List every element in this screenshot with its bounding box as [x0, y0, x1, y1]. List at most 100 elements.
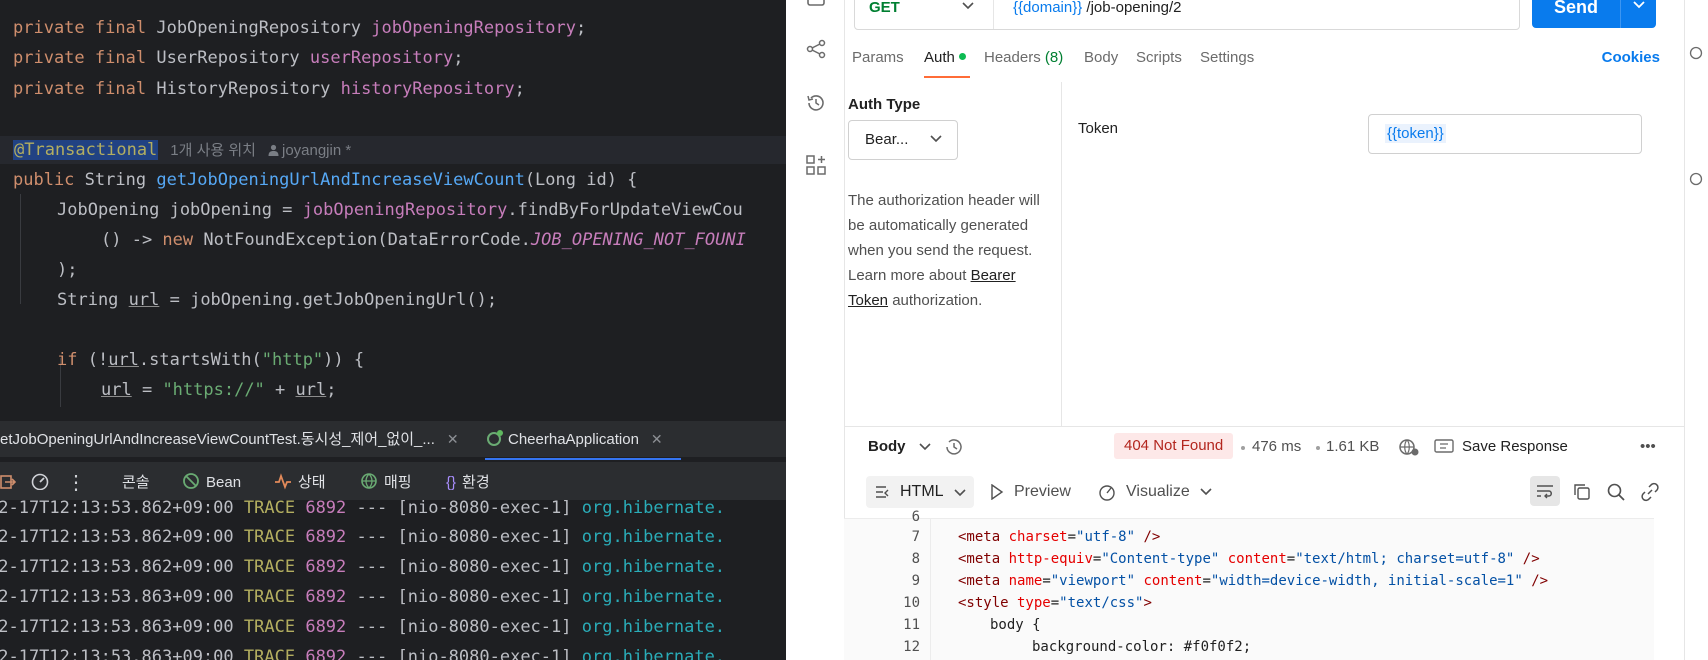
tab-headers[interactable]: Headers (8): [984, 49, 1063, 66]
info-icon[interactable]: [1689, 46, 1703, 60]
auth-type-select[interactable]: Bear...: [848, 120, 958, 160]
code-line-2: private final UserRepository userReposit…: [13, 48, 464, 68]
author-hint[interactable]: joyangjin *: [268, 142, 351, 159]
format-select[interactable]: HTML: [866, 476, 974, 508]
history-icon[interactable]: [944, 437, 964, 457]
response-format-bar: HTML Preview Visualize: [844, 472, 1684, 512]
run-tab-test[interactable]: etJobOpeningUrlAndIncreaseViewCountTest.…: [0, 421, 459, 457]
response-time[interactable]: 476 ms: [1252, 438, 1301, 455]
status-badge[interactable]: 404 Not Found: [1114, 433, 1234, 459]
code-line: <meta http-equiv="Content-type" content=…: [958, 551, 1540, 567]
save-response-button[interactable]: Save Response: [1434, 438, 1568, 455]
chevron-down-icon[interactable]: [1200, 487, 1212, 496]
collections-icon[interactable]: [805, 0, 827, 14]
log-line: 02-17T12:13:53.863+09:00 TRACE 6892 --- …: [0, 587, 726, 607]
play-icon: [991, 484, 1004, 500]
response-body-label[interactable]: Body: [868, 438, 906, 455]
gauge-icon[interactable]: [30, 462, 56, 504]
tab-params[interactable]: Params: [852, 49, 904, 66]
chevron-down-icon[interactable]: [1632, 0, 1646, 10]
postman-sidebar-rail: [786, 0, 845, 660]
code-line-3: private final HistoryRepository historyR…: [13, 79, 525, 99]
more-options-button[interactable]: •••: [1640, 438, 1656, 455]
code-line-6: JobOpening jobOpening = jobOpeningReposi…: [57, 200, 743, 220]
tab-body[interactable]: Body: [1084, 49, 1118, 66]
save-response-icon: [1434, 439, 1454, 453]
console-tab[interactable]: 콘솔: [122, 462, 150, 504]
annotation-transactional[interactable]: @Transactional: [13, 140, 159, 160]
chevron-down-icon: [954, 489, 966, 497]
preview-button[interactable]: Preview: [1014, 483, 1071, 501]
bean-tab[interactable]: Bean: [182, 462, 241, 504]
request-panel: GET {{domain}} /job-opening/2 Send Param…: [844, 0, 1684, 660]
more-vertical-icon[interactable]: ⋮: [66, 462, 86, 504]
network-globe-icon[interactable]: [1398, 437, 1420, 457]
usages-hint[interactable]: 1개 사용 위치: [170, 142, 256, 159]
code-line: body {: [990, 617, 1041, 633]
no-entry-icon: [183, 473, 199, 489]
separator-dot: [1241, 446, 1245, 450]
tab-auth[interactable]: Auth: [924, 49, 966, 66]
token-input[interactable]: {{token}}: [1368, 114, 1642, 154]
code-line: <style type="text/css">: [958, 595, 1152, 611]
code-line: background-color: #f0f0f2;: [1032, 639, 1252, 655]
code-line-8: );: [57, 260, 78, 280]
code-line: <meta charset="utf-8" />: [958, 529, 1161, 545]
code-line: <meta name="viewport" content="width=dev…: [958, 573, 1549, 589]
auth-type-label: Auth Type: [848, 96, 921, 113]
code-format-icon: [876, 486, 889, 498]
response-size[interactable]: 1.61 KB: [1326, 438, 1379, 455]
cookies-link[interactable]: Cookies: [1602, 49, 1660, 66]
flows-icon[interactable]: [805, 38, 827, 60]
method-select[interactable]: GET: [869, 0, 900, 16]
link-icon[interactable]: [1640, 482, 1660, 502]
visualize-icon: [1099, 485, 1115, 501]
mapping-tab[interactable]: 매핑: [360, 462, 412, 504]
run-toolbar: ⋮ 콘솔 Bean 상태 매핑 {} 환경: [0, 462, 786, 504]
tab-settings[interactable]: Settings: [1200, 49, 1254, 66]
separator-dot: [1316, 446, 1320, 450]
response-code-viewer[interactable]: 6 7 8 9 10 11 12 <meta charset="utf-8" /…: [844, 509, 1654, 660]
search-icon[interactable]: [1606, 482, 1626, 502]
code-line-11: url = "https://" + url;: [101, 380, 337, 400]
close-icon[interactable]: ✕: [651, 431, 663, 447]
chevron-down-icon[interactable]: [918, 442, 932, 452]
wrap-lines-icon: [1537, 485, 1553, 499]
code-line-1: private final JobOpeningRepository jobOp…: [13, 18, 587, 38]
log-line: 02-17T12:13:53.862+09:00 TRACE 6892 --- …: [0, 500, 726, 518]
code-line-10: if (!url.startsWith("http")) {: [57, 350, 365, 370]
active-tab-indicator: [924, 76, 970, 78]
tab-scripts[interactable]: Scripts: [1136, 49, 1182, 66]
add-workspace-icon[interactable]: [805, 154, 827, 176]
code-line-4: @Transactional 1개 사용 위치 joyangjin *: [13, 137, 351, 163]
divider: [1620, 0, 1621, 28]
sign-in-icon[interactable]: [0, 462, 22, 504]
log-line: 02-17T12:13:53.862+09:00 TRACE 6892 --- …: [0, 527, 726, 547]
wrap-lines-button[interactable]: [1530, 476, 1560, 506]
env-tab[interactable]: {} 환경: [446, 462, 490, 504]
copy-icon[interactable]: [1572, 482, 1592, 502]
comment-icon[interactable]: [1689, 172, 1703, 186]
log-line: 02-17T12:13:53.863+09:00 TRACE 6892 --- …: [0, 617, 726, 637]
chevron-down-icon: [930, 135, 942, 143]
close-icon[interactable]: ✕: [447, 431, 459, 447]
history-icon[interactable]: [805, 92, 827, 114]
log-line: 02-17T12:13:53.862+09:00 TRACE 6892 --- …: [0, 557, 726, 577]
spring-app-icon: [487, 430, 503, 446]
url-input[interactable]: {{domain}} /job-opening/2: [1013, 0, 1182, 16]
chevron-down-icon[interactable]: [961, 1, 975, 11]
request-tabs: Params Auth Headers (8) Body Scripts Set…: [844, 44, 1684, 78]
console-output[interactable]: 02-17T12:13:53.862+09:00 TRACE 6892 --- …: [0, 500, 786, 660]
ide-window: private final JobOpeningRepository jobOp…: [0, 0, 786, 660]
code-line-5: public String getJobOpeningUrlAndIncreas…: [13, 170, 638, 190]
globe-icon: [361, 473, 377, 489]
code-editor[interactable]: private final JobOpeningRepository jobOp…: [0, 0, 786, 407]
indent-guide: [20, 194, 21, 304]
divider: [993, 0, 994, 29]
send-button[interactable]: Send: [1532, 0, 1656, 28]
status-tab[interactable]: 상태: [274, 462, 326, 504]
auth-description: The authorization header will be automat…: [848, 192, 1040, 309]
run-tab-application[interactable]: CheerhaApplication ✕: [486, 421, 663, 457]
visualize-button[interactable]: Visualize: [1126, 483, 1190, 501]
status-dot: [958, 53, 966, 60]
